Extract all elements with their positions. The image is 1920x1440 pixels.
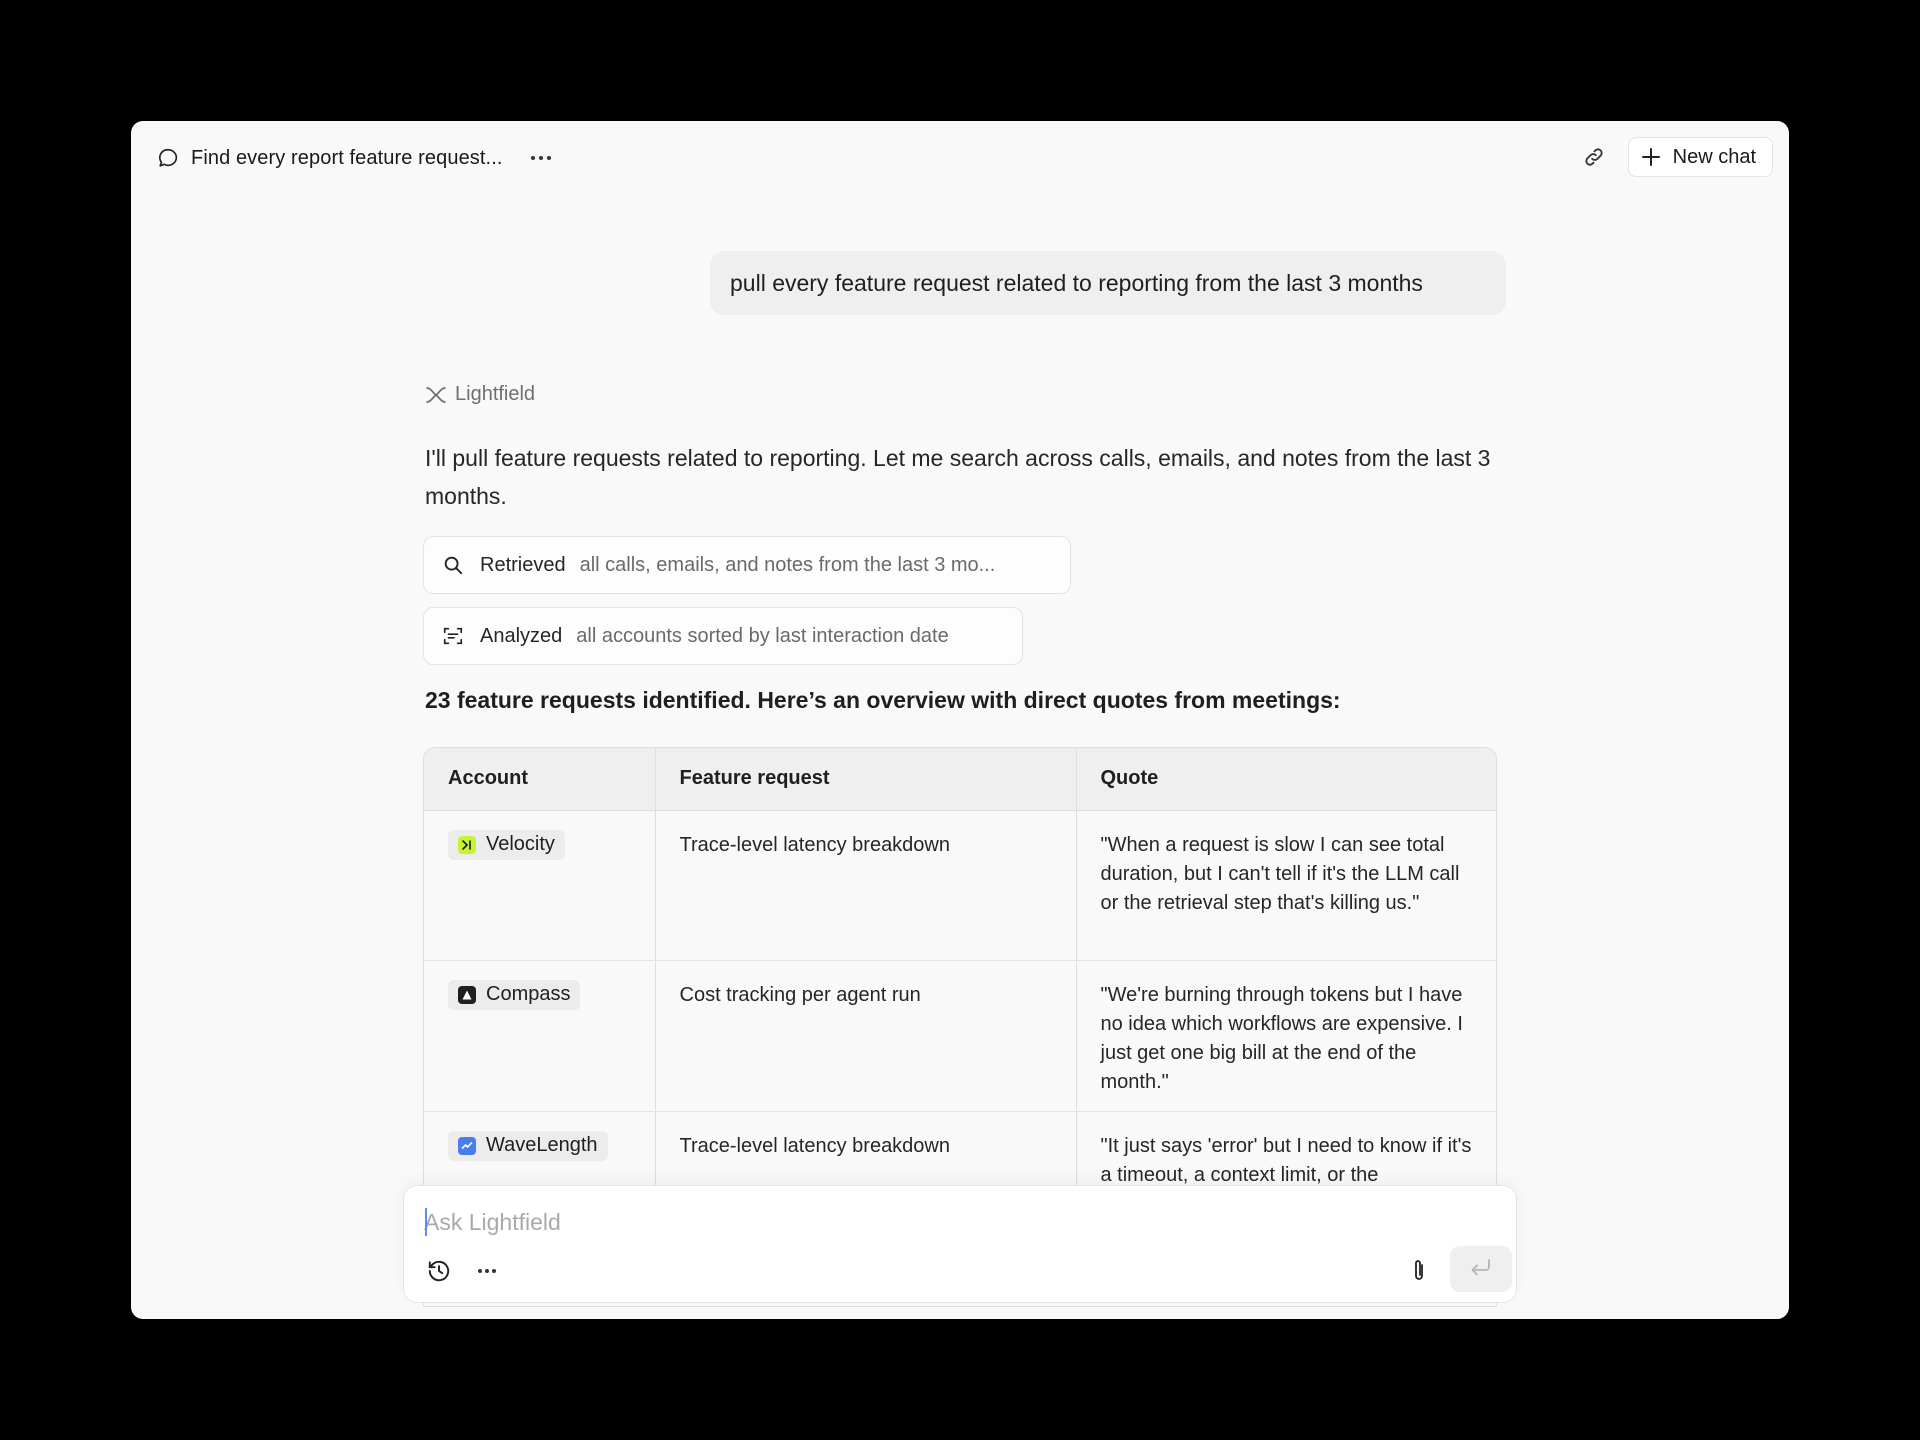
feature-cell: Cost tracking per agent run	[654, 960, 1076, 1112]
table-header-row: Account Feature request Quote	[424, 748, 1496, 811]
tool-step-retrieved[interactable]: Retrieved all calls, emails, and notes f…	[423, 536, 1071, 594]
ellipsis-icon[interactable]	[472, 1256, 502, 1286]
account-name: WaveLength	[486, 1134, 598, 1156]
account-name: Velocity	[486, 833, 555, 855]
account-cell: Compass	[424, 960, 655, 1112]
quote-cell: "We're burning through tokens but I have…	[1075, 960, 1496, 1112]
account-chip-wavelength[interactable]: WaveLength	[448, 1130, 608, 1161]
column-header-account: Account	[424, 748, 655, 811]
header-bar: Find every report feature request... New…	[131, 121, 1789, 191]
tool-verb: Analyzed	[480, 624, 563, 647]
chat-title-group: Find every report feature request...	[157, 143, 553, 173]
feature-cell: Trace-level latency breakdown	[654, 810, 1076, 961]
history-icon[interactable]	[424, 1256, 454, 1286]
compass-logo-icon	[458, 985, 476, 1004]
new-chat-button[interactable]: New chat	[1627, 137, 1773, 177]
assistant-intro: I'll pull feature requests related to re…	[425, 445, 1491, 509]
table-row: Velocity Trace-level latency breakdown "…	[424, 810, 1496, 961]
account-name: Compass	[486, 983, 571, 1005]
tool-detail: all accounts sorted by last interaction …	[576, 624, 949, 647]
app-window: Find every report feature request... New…	[131, 121, 1789, 1319]
enter-icon	[1469, 1257, 1493, 1282]
velocity-logo-icon	[458, 835, 476, 854]
column-header-quote: Quote	[1075, 748, 1496, 811]
search-icon	[442, 553, 466, 577]
link-icon[interactable]	[1576, 139, 1612, 175]
ellipsis-icon[interactable]	[529, 146, 553, 170]
assistant-label: Lightfield	[425, 383, 535, 406]
scan-icon	[442, 624, 466, 648]
account-chip-compass[interactable]: Compass	[448, 979, 581, 1010]
header-actions: New chat	[1576, 137, 1773, 177]
chat-bubble-icon	[157, 146, 181, 170]
wavelength-logo-icon	[458, 1136, 476, 1155]
results-summary: 23 feature requests identified. Here’s a…	[425, 687, 1341, 713]
paperclip-icon[interactable]	[1404, 1256, 1434, 1286]
tool-detail: all calls, emails, and notes from the la…	[579, 553, 996, 576]
tool-verb: Retrieved	[480, 553, 566, 576]
lightfield-logo-icon	[425, 384, 447, 406]
text-caret	[425, 1208, 427, 1236]
chat-title[interactable]: Find every report feature request...	[191, 147, 503, 170]
send-button[interactable]	[1450, 1246, 1512, 1292]
column-header-feature: Feature request	[654, 748, 1076, 811]
table-row: Compass Cost tracking per agent run "We'…	[424, 960, 1496, 1112]
new-chat-label: New chat	[1672, 145, 1756, 168]
quote-cell: "When a request is slow I can see total …	[1075, 810, 1496, 961]
user-message: pull every feature request related to re…	[710, 251, 1506, 315]
account-chip-velocity[interactable]: Velocity	[448, 829, 565, 860]
account-cell: Velocity	[424, 810, 655, 961]
assistant-name: Lightfield	[455, 383, 536, 405]
message-input[interactable]	[424, 1204, 1424, 1240]
tool-step-analyzed[interactable]: Analyzed all accounts sorted by last int…	[423, 607, 1023, 665]
plus-icon	[1641, 146, 1663, 168]
message-composer	[403, 1185, 1517, 1303]
